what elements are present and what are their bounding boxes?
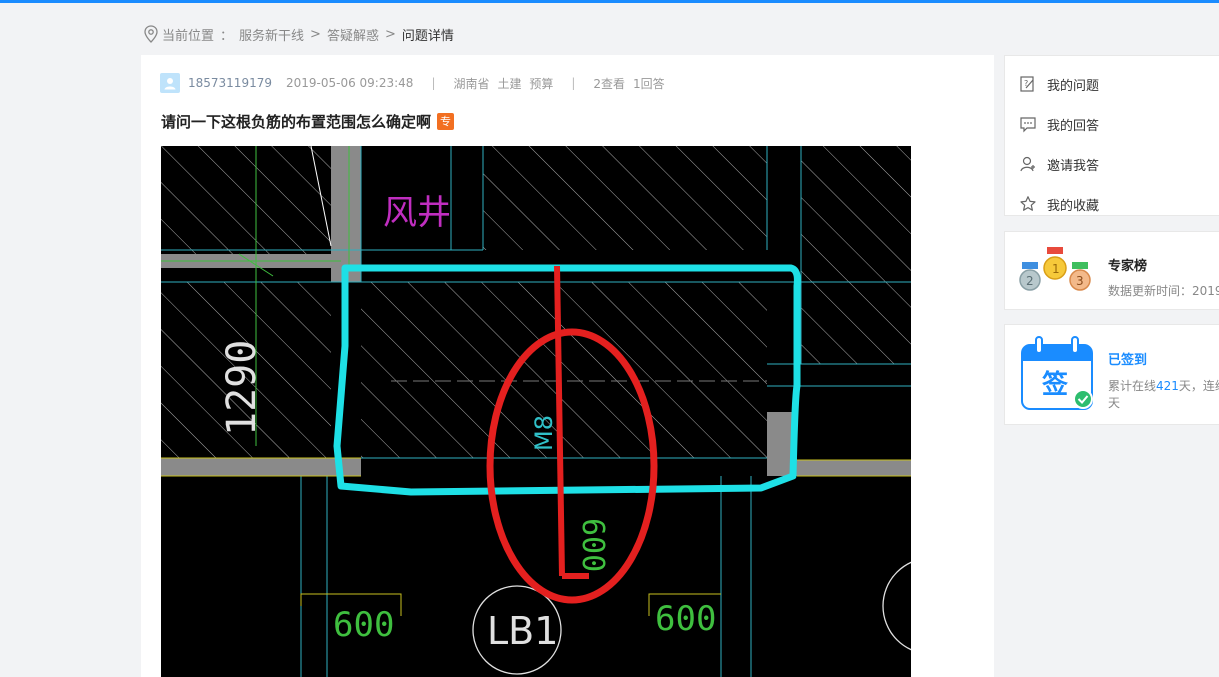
breadcrumb-separator: >: [310, 26, 321, 42]
user-avatar-icon: [164, 78, 176, 90]
rebar-length-label: 600: [575, 518, 610, 572]
breadcrumb-label: 当前位置: [162, 28, 215, 44]
dimension-label: 1290: [219, 340, 265, 436]
right-sidebar: ? 我的问题 我的回答 邀请我答 我的收藏 2 1 3 专家榜 数据更新时间：2…: [1004, 55, 1219, 425]
tag: 土建: [497, 76, 522, 91]
top-accent-bar: [0, 0, 1219, 3]
question-title-text: 请问一下这根负筋的布置范围怎么确定啊: [161, 113, 432, 131]
question-region: 湖南省: [453, 76, 490, 91]
sign-status: 已签到: [1108, 353, 1148, 368]
comment-icon: [1019, 115, 1037, 133]
expert-title: 专家榜: [1108, 259, 1148, 274]
sign-stat-prefix: 累计在线: [1108, 379, 1157, 393]
menu-label: 我的收藏: [1047, 198, 1100, 214]
breadcrumb-link-service[interactable]: 服务新干线: [239, 25, 304, 44]
star-icon: [1019, 195, 1037, 213]
question-time: 2019-05-06 09:23:48: [285, 76, 414, 90]
expert-badge: 专: [437, 113, 455, 130]
expert-ranking-card[interactable]: 2 1 3 专家榜 数据更新时间：2019: [1004, 231, 1219, 310]
rebar-label: M8: [530, 415, 558, 451]
sign-stat-suffix: 天，连续: [1178, 379, 1219, 393]
invite-user-icon: [1019, 155, 1037, 173]
room-label: 风井: [383, 193, 451, 233]
svg-text:2: 2: [1026, 274, 1034, 288]
view-count: 2查看: [593, 76, 626, 91]
svg-text:1: 1: [1052, 262, 1060, 276]
meta-divider: |: [571, 76, 576, 90]
avatar[interactable]: [160, 73, 180, 93]
breadcrumb-link-qa[interactable]: 答疑解惑: [327, 25, 379, 44]
svg-text:3: 3: [1076, 274, 1084, 288]
meta-divider: |: [431, 76, 436, 90]
breadcrumb-colon: ：: [220, 28, 234, 44]
tag: 预算: [529, 76, 554, 91]
menu-my-answers[interactable]: 我的回答: [1005, 104, 1219, 144]
slab-label: LB1: [487, 609, 558, 653]
calendar-checked-icon: 签: [1020, 335, 1094, 411]
medals-icon: 2 1 3: [1019, 246, 1093, 296]
sign-total-days: 421: [1156, 379, 1179, 393]
question-title: 请问一下这根负筋的布置范围怎么确定啊 专: [161, 111, 455, 132]
menu-label: 邀请我答: [1047, 158, 1100, 174]
asker-username[interactable]: 18573119179: [188, 76, 272, 90]
question-meta: 18573119179 2019-05-06 09:23:48 | 湖南省 土建…: [160, 73, 665, 93]
length-label-right: 600: [655, 599, 716, 639]
sign-stats: 累计在线421天，连续: [1108, 377, 1219, 394]
menu-invited[interactable]: 邀请我答: [1005, 144, 1219, 184]
cad-drawing-image[interactable]: 风井 1290 M8 600 600 600 LB1: [161, 146, 911, 677]
question-tags: 土建 预算: [498, 75, 558, 92]
edit-question-icon: ?: [1019, 75, 1037, 93]
expert-update-time: 数据更新时间：2019: [1108, 284, 1219, 298]
svg-text:?: ?: [1024, 79, 1028, 88]
sign-in-card: 签 已签到 累计在线421天，连续 天: [1004, 324, 1219, 425]
question-panel: 18573119179 2019-05-06 09:23:48 | 湖南省 土建…: [141, 55, 994, 677]
menu-my-questions[interactable]: ? 我的问题: [1005, 64, 1219, 104]
breadcrumb-separator: >: [384, 26, 396, 42]
sign-stats-line2: 天: [1108, 396, 1121, 410]
breadcrumb-current: 问题详情: [401, 28, 454, 44]
user-menu-card: ? 我的问题 我的回答 邀请我答 我的收藏: [1004, 55, 1219, 216]
menu-label: 我的问题: [1047, 78, 1100, 94]
menu-favorites[interactable]: 我的收藏: [1005, 184, 1219, 224]
length-label-left: 600: [333, 605, 394, 645]
answer-count: 1回答: [633, 76, 665, 91]
location-pin-icon: [143, 25, 159, 43]
breadcrumb: 当前位置 ： 服务新干线 > 答疑解惑 > 问题详情: [143, 24, 454, 44]
menu-label: 我的回答: [1047, 118, 1100, 134]
calendar-text: 签: [1042, 369, 1069, 400]
